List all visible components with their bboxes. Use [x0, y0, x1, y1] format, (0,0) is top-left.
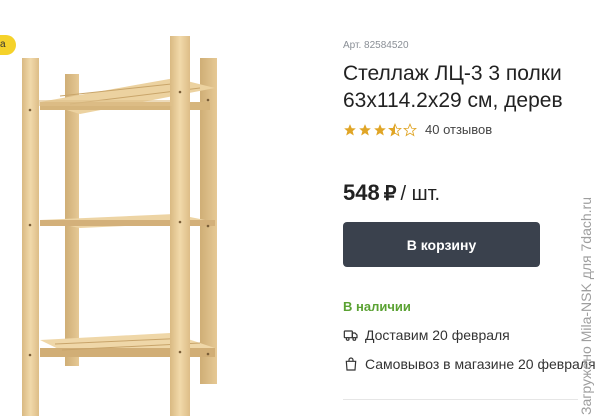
star-empty-icon	[403, 122, 417, 137]
star-icon	[374, 123, 386, 136]
price-value: 548	[343, 180, 380, 205]
rating-stars	[343, 122, 418, 137]
divider	[343, 399, 578, 400]
price-unit: / шт.	[400, 183, 441, 205]
product-title: Стеллаж ЛЦ-3 3 полки 63x114.2x29 см, дер…	[343, 60, 600, 114]
product-sku: Арт. 82584520	[343, 40, 409, 51]
product-title-line-2: 63x114.2x29 см, дерев	[343, 89, 563, 112]
product-price: 548 ₽ / шт.	[343, 180, 440, 206]
product-image[interactable]	[0, 30, 240, 419]
product-info: Арт. 82584520 Стеллаж ЛЦ-3 3 полки 63x11…	[343, 0, 600, 419]
reviews-link[interactable]: 40 отзывов	[425, 122, 492, 137]
star-icon	[359, 123, 371, 136]
product-rating[interactable]: 40 отзывов	[343, 122, 492, 137]
delivery-text: Доставим 20 февраля	[365, 327, 510, 343]
star-icon	[344, 123, 356, 136]
product-title-line-1: Стеллаж ЛЦ-3 3 полки	[343, 62, 562, 85]
price-currency: ₽	[383, 183, 397, 205]
availability-status: В наличии	[343, 299, 411, 314]
delivery-info[interactable]: Доставим 20 февраля	[343, 327, 510, 343]
star-half-icon	[388, 122, 402, 137]
watermark: Загружено Mila-NSK для 7dach.ru	[578, 197, 594, 415]
bag-icon	[345, 357, 357, 371]
truck-icon	[343, 330, 358, 341]
pickup-info[interactable]: Самовывоз в магазине 20 февраля	[343, 356, 596, 372]
add-to-cart-button[interactable]: В корзину	[343, 222, 540, 267]
pickup-text: Самовывоз в магазине 20 февраля	[365, 356, 596, 372]
